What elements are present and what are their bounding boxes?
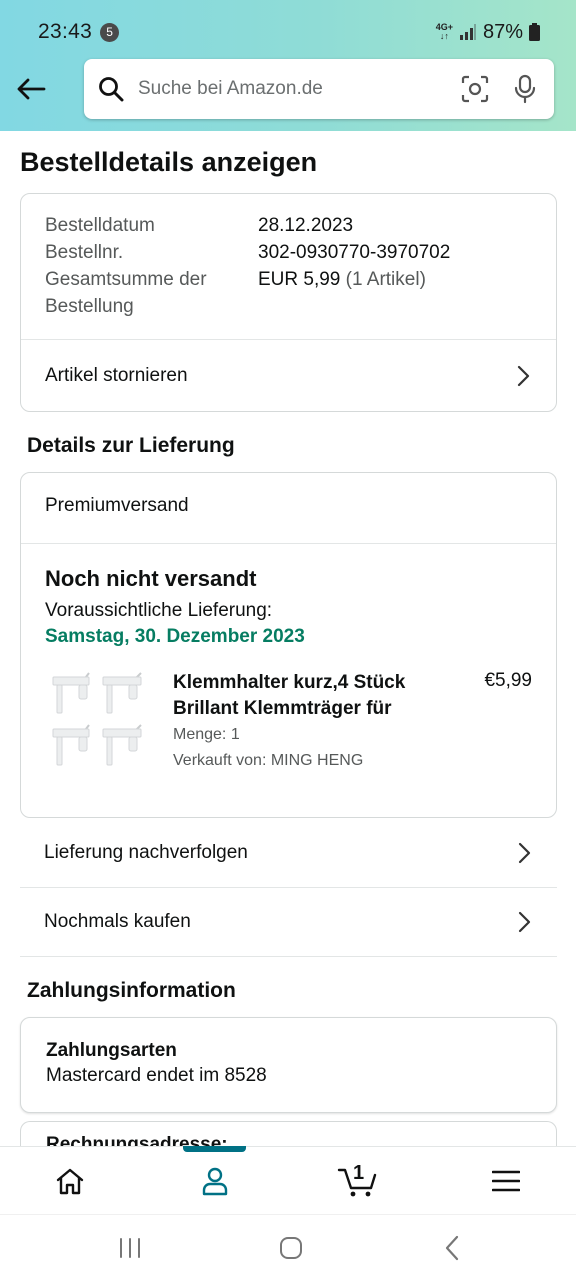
menu-icon [492,1170,520,1192]
network-type-icon: 4G+ ↓↑ [435,22,453,41]
page-title: Bestelldetails anzeigen [20,147,318,177]
battery-level: 87% [482,20,523,43]
product-price: €5,99 [484,670,532,691]
app-header: 23:43 5 4G+ ↓↑ 87% Suche bei Amazon.de [0,0,576,131]
order-date-value: 28.12.2023 [258,215,354,236]
product-title-line2: Brillant Klemmträger für [173,698,392,719]
cancel-items-label: Artikel stornieren [45,365,188,386]
home-icon [56,1168,84,1195]
billing-address-card: Rechnungsadresse: [20,1121,557,1146]
search-icon [99,77,124,102]
shipment-status: Noch nicht versandt [45,566,257,591]
camera-scan-button[interactable] [460,74,490,104]
order-summary-card: Bestelldatum 28.12.2023 Bestellnr. 302-0… [20,193,557,412]
account-icon [202,1167,228,1196]
track-delivery-label: Lieferung nachverfolgen [44,842,248,863]
search-input[interactable]: Suche bei Amazon.de [138,78,440,100]
product-quantity: Menge: 1 [173,726,240,743]
search-bar[interactable]: Suche bei Amazon.de [84,59,554,119]
recents-icon [120,1238,140,1258]
chevron-right-icon [517,365,530,387]
nav-account[interactable] [175,1147,255,1215]
chevron-right-icon [518,911,531,933]
signal-icon [459,24,476,40]
back-arrow-icon [17,78,46,100]
delivery-section-title: Details zur Lieferung [27,434,235,457]
system-nav-bar [0,1214,576,1280]
order-item-count: (1 Artikel) [345,269,426,290]
back-system-button[interactable] [432,1231,472,1265]
eta-date: Samstag, 30. Dezember 2023 [45,626,305,647]
product-title-link[interactable]: Klemmhalter kurz,4 Stück Brillant Klemmt… [173,670,433,722]
camera-scan-icon [461,75,489,103]
payment-methods-value: Mastercard endet im 8528 [46,1065,267,1086]
voice-search-button[interactable] [510,74,540,104]
order-total-label-line2: Bestellung [45,296,134,317]
track-delivery-link[interactable]: Lieferung nachverfolgen [20,819,557,888]
shipping-method: Premiumversand [45,495,189,516]
home-system-button[interactable] [271,1231,311,1265]
chevron-right-icon [518,842,531,864]
battery-icon [529,23,540,41]
back-button[interactable] [14,72,48,106]
cancel-items-link[interactable]: Artikel stornieren [21,340,556,412]
order-number-value: 302-0930770-3970702 [258,242,451,263]
payment-section-title: Zahlungsinformation [27,979,236,1002]
eta-label: Voraussichtliche Lieferung: [45,600,273,621]
order-total-label: Gesamtsumme der [45,269,207,290]
bottom-nav: 1 [0,1146,576,1214]
buy-again-link[interactable]: Nochmals kaufen [20,888,557,957]
buy-again-label: Nochmals kaufen [44,911,191,932]
nav-cart[interactable]: 1 [318,1147,398,1215]
payment-methods-title: Zahlungsarten [46,1040,177,1061]
nav-menu[interactable] [466,1147,546,1215]
order-number-label: Bestellnr. [45,242,124,263]
back-chevron-icon [445,1235,459,1261]
notification-badge: 5 [100,22,120,42]
product-seller: Verkauft von: MING HENG [173,752,364,769]
home-circle-icon [280,1237,302,1259]
status-time: 23:43 [38,20,93,43]
billing-address-title: Rechnungsadresse: [46,1134,228,1146]
product-image[interactable] [49,669,149,779]
order-total-amount: EUR 5,99 [258,269,341,290]
payment-methods-card[interactable]: Zahlungsarten Mastercard endet im 8528 [20,1017,557,1113]
divider [21,543,556,544]
microphone-icon [514,74,536,104]
recents-button[interactable] [110,1231,150,1265]
product-title-line1: Klemmhalter kurz,4 Stück [173,672,406,693]
cart-count-badge: 1 [353,1162,365,1184]
status-indicators: 4G+ ↓↑ 87% [436,21,540,44]
nav-home[interactable] [30,1147,110,1215]
status-bar: 23:43 5 4G+ ↓↑ 87% [38,18,540,46]
order-details-content: Bestelldetails anzeigen Bestelldatum 28.… [0,131,576,1146]
order-date-label: Bestelldatum [45,215,155,236]
delivery-card: Premiumversand Noch nicht versandt Vorau… [20,472,557,818]
order-total-value: EUR 5,99 (1 Artikel) [258,266,426,293]
